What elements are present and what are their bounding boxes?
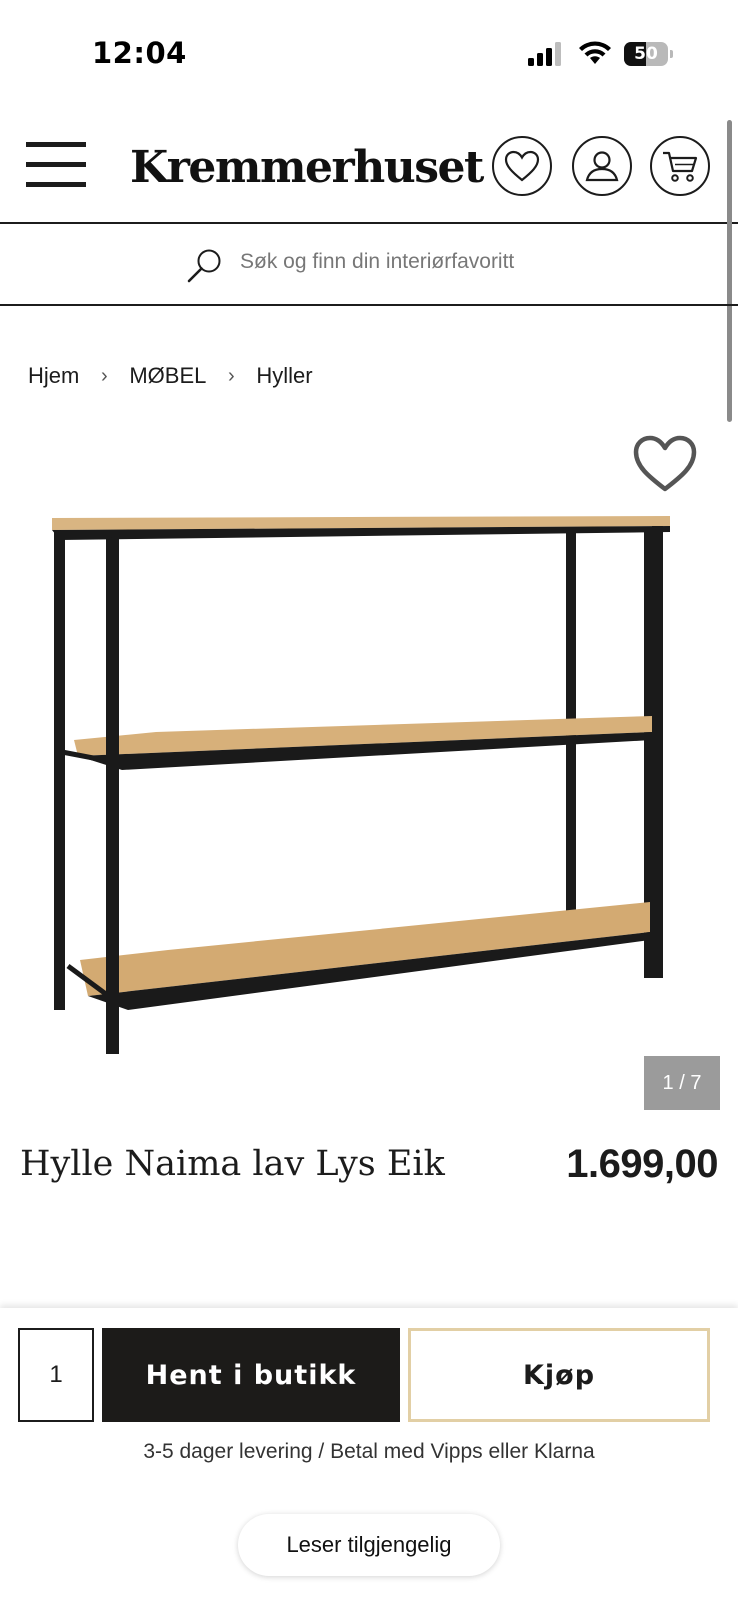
status-time: 12:04 — [92, 36, 187, 70]
image-counter: 1 / 7 — [644, 1056, 720, 1110]
breadcrumb-item-hyller[interactable]: Hyller — [256, 363, 312, 389]
buy-button[interactable]: Kjøp — [408, 1328, 710, 1422]
breadcrumb-item-mobel[interactable]: MØBEL — [129, 363, 206, 389]
cellular-signal-icon — [528, 42, 561, 66]
account-button[interactable] — [572, 136, 632, 196]
product-image[interactable] — [48, 500, 692, 1110]
purchase-panel: Hent i butikk Kjøp 3-5 dager levering / … — [0, 1308, 738, 1600]
search-icon — [187, 249, 221, 283]
user-icon — [585, 151, 619, 182]
heart-icon — [504, 150, 540, 182]
breadcrumb: Hjem › MØBEL › Hyller — [28, 360, 313, 392]
product-price: 1.699,00 — [566, 1142, 718, 1186]
cart-icon — [663, 151, 698, 182]
menu-icon[interactable] — [24, 140, 88, 190]
delivery-note: 3-5 dager levering / Betal med Vipps ell… — [143, 1440, 595, 1463]
favorite-heart-icon[interactable] — [632, 434, 698, 494]
reader-available-button[interactable]: Leser tilgjengelig — [238, 1514, 500, 1576]
product-title: Hylle Naima lav Lys Eik — [20, 1144, 445, 1184]
breadcrumb-item-home[interactable]: Hjem — [28, 363, 79, 389]
chevron-right-icon: › — [228, 364, 235, 387]
search-input[interactable]: Søk og finn din interiørfavoritt — [240, 250, 514, 274]
status-bar: 12:04 50 — [0, 0, 738, 108]
site-logo[interactable]: Kremmerhuset — [130, 142, 484, 193]
wifi-icon — [579, 41, 611, 64]
pickup-in-store-button[interactable]: Hent i butikk — [102, 1328, 400, 1422]
cart-button[interactable] — [650, 136, 710, 196]
battery-level: 50 — [634, 44, 658, 64]
battery-icon: 50 — [624, 42, 673, 66]
site-header: Kremmerhuset — [0, 108, 738, 224]
wishlist-button[interactable] — [492, 136, 552, 196]
quantity-input[interactable] — [18, 1328, 94, 1422]
chevron-right-icon: › — [101, 364, 108, 387]
search-bar[interactable]: Søk og finn din interiørfavoritt — [0, 224, 738, 306]
